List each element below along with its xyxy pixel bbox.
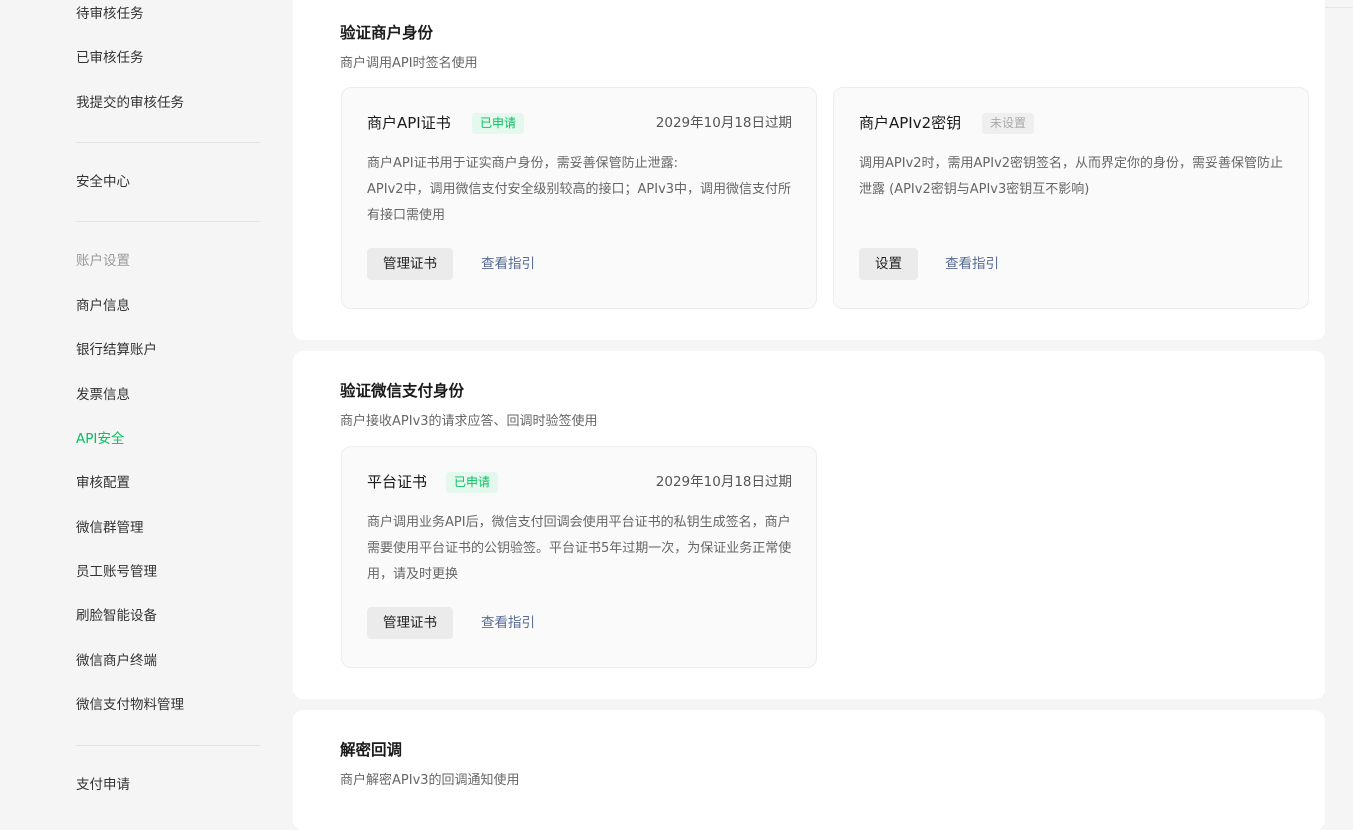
sidebar-item-security-center[interactable]: 安全中心 [76,173,130,191]
sidebar-item-api-security[interactable]: API安全 [76,430,124,448]
card-title: 平台证书 [367,473,428,491]
section-verify-wechatpay: 验证微信支付身份 商户接收APIv3的请求应答、回调时验签使用 平台证书 已申请… [293,351,1325,699]
sidebar-item-face-device[interactable]: 刷脸智能设备 [76,607,157,625]
expiry-date: 2029年10月18日过期 [655,474,792,490]
status-badge: 已申请 [472,113,525,134]
status-badge: 已申请 [446,472,499,493]
view-guide-link[interactable]: 查看指引 [945,248,999,280]
sidebar-item-pending-review[interactable]: 待审核任务 [76,5,144,23]
expiry-date: 2029年10月18日过期 [655,115,792,131]
section-title: 验证微信支付身份 [340,382,465,400]
section-subtitle: 商户解密APIv3的回调通知使用 [340,773,520,788]
sidebar-group-account-settings: 账户设置 [76,253,130,269]
card-apiv2-key: 商户APIv2密钥 未设置 调用APIv2时，需用APIv2密钥签名，从而界定你… [833,87,1309,309]
sidebar-divider [76,745,260,746]
card-description: 商户API证书用于证实商户身份，需妥善保管防止泄露: APIv2中，调用微信支付… [367,151,792,229]
sidebar-item-materials[interactable]: 微信支付物料管理 [76,696,184,714]
section-verify-merchant: 验证商户身份 商户调用API时签名使用 商户API证书 已申请 2029年10月… [293,0,1325,340]
set-key-button[interactable]: 设置 [859,248,918,280]
status-badge: 未设置 [982,113,1035,134]
card-description: 商户调用业务API后，微信支付回调会使用平台证书的私钥生成签名，商户需要使用平台… [367,515,792,582]
view-guide-link[interactable]: 查看指引 [481,607,535,639]
section-subtitle: 商户调用API时签名使用 [340,56,478,71]
card-description: 调用APIv2时，需用APIv2密钥签名，从而界定你的身份，需妥善保管防止泄露 … [859,156,1284,197]
section-title: 验证商户身份 [340,24,434,42]
sidebar-item-my-submitted[interactable]: 我提交的审核任务 [76,94,184,112]
section-subtitle: 商户接收APIv3的请求应答、回调时验签使用 [340,414,598,429]
card-platform-cert: 平台证书 已申请 2029年10月18日过期 商户调用业务API后，微信支付回调… [341,446,817,668]
card-title: 商户APIv2密钥 [859,114,962,132]
section-title: 解密回调 [340,741,403,759]
card-description-line: 商户API证书用于证实商户身份，需妥善保管防止泄露: [367,156,678,171]
section-decrypt-callback: 解密回调 商户解密APIv3的回调通知使用 [293,710,1325,830]
sidebar-item-merchant-info[interactable]: 商户信息 [76,297,130,315]
sidebar-divider [76,221,260,222]
manage-cert-button[interactable]: 管理证书 [367,607,453,639]
sidebar-divider [76,142,260,143]
card-merchant-api-cert: 商户API证书 已申请 2029年10月18日过期 商户API证书用于证实商户身… [341,87,817,309]
sidebar-item-wechat-group[interactable]: 微信群管理 [76,519,144,537]
sidebar-item-merchant-terminal[interactable]: 微信商户终端 [76,652,157,670]
view-guide-link[interactable]: 查看指引 [481,248,535,280]
manage-cert-button[interactable]: 管理证书 [367,248,453,280]
sidebar-item-staff-accounts[interactable]: 员工账号管理 [76,563,157,581]
sidebar-item-review-config[interactable]: 审核配置 [76,474,130,492]
sidebar: 待审核任务 已审核任务 我提交的审核任务 安全中心 账户设置 商户信息 银行结算… [0,0,293,793]
sidebar-item-bank-account[interactable]: 银行结算账户 [76,341,157,359]
card-title: 商户API证书 [367,114,451,132]
sidebar-item-invoice-info[interactable]: 发票信息 [76,386,130,404]
card-description-line: APIv2中，调用微信支付安全级别较高的接口；APIv3中，调用微信支付所有接口… [367,182,792,223]
sidebar-item-reviewed[interactable]: 已审核任务 [76,49,144,67]
sidebar-item-pay-apply[interactable]: 支付申请 [76,776,130,794]
